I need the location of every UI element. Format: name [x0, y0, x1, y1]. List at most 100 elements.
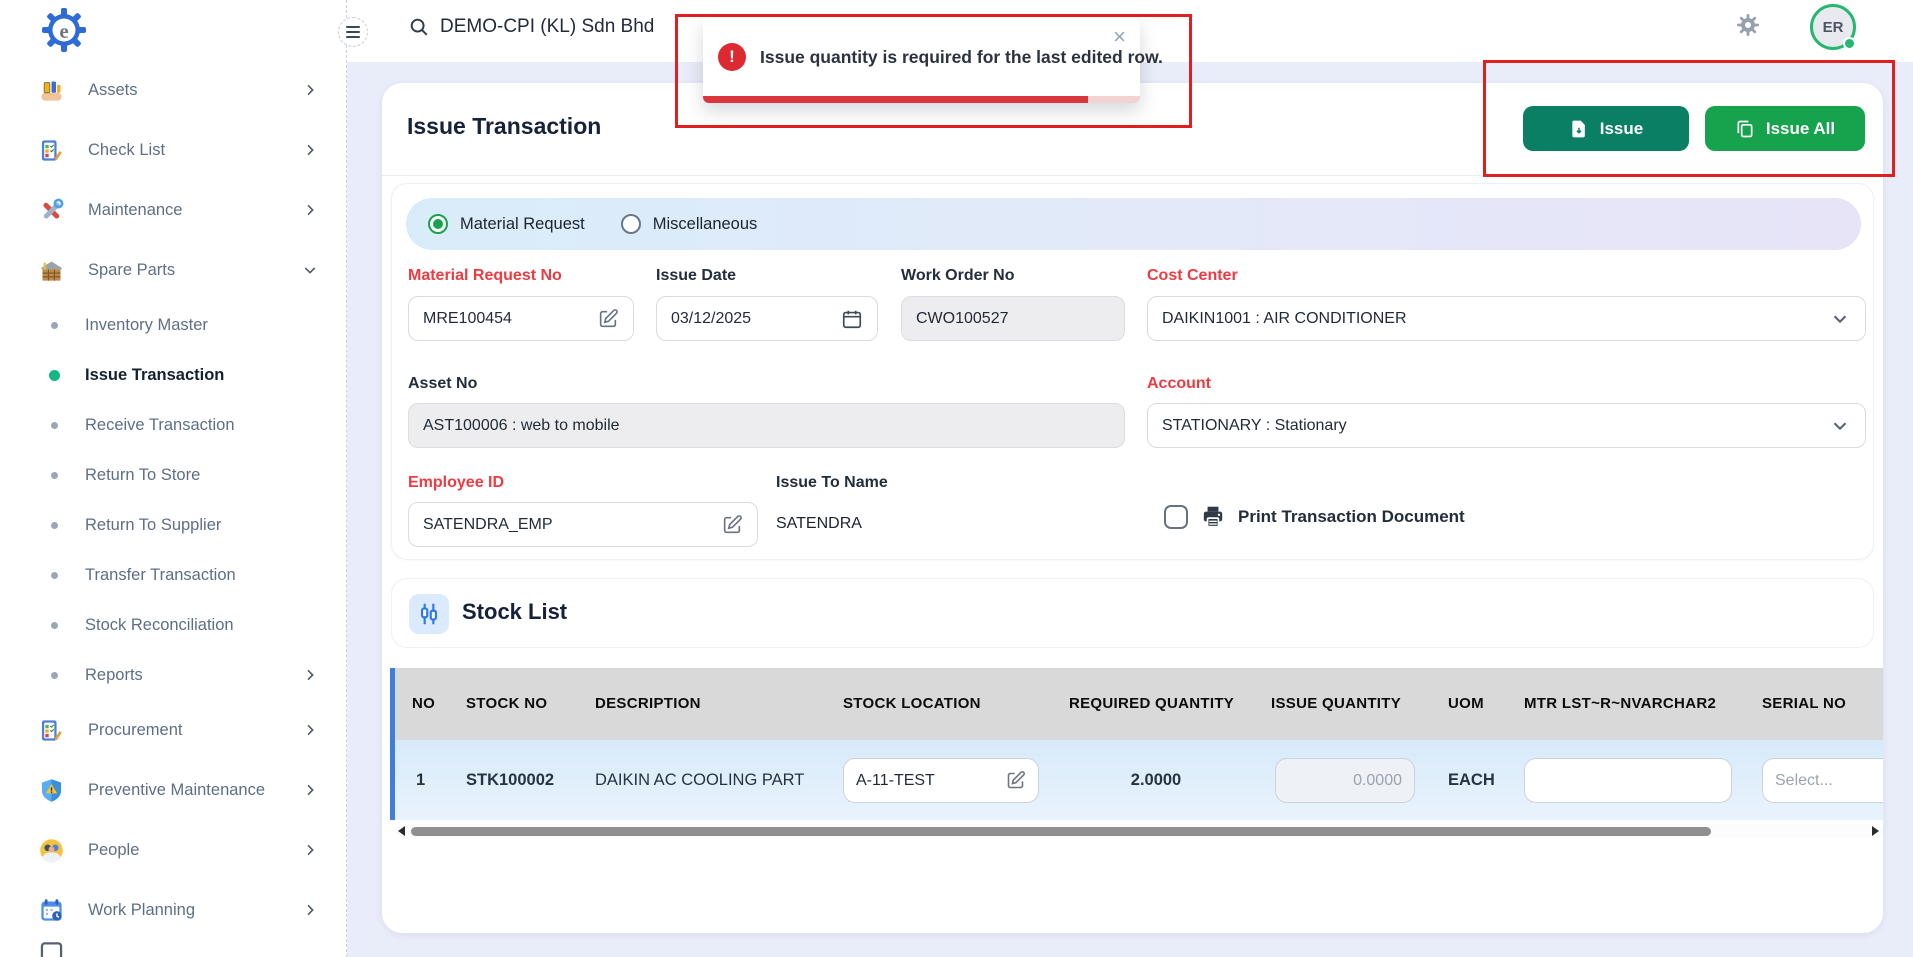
settings-gear-icon[interactable] — [1736, 13, 1760, 37]
sidebar-item-label: Work Planning — [88, 901, 195, 920]
column-header: STOCK NO — [466, 668, 547, 740]
chevron-right-icon — [302, 842, 318, 858]
sidebar-item-label: Transfer Transaction — [85, 566, 236, 585]
serial-no-input[interactable] — [1775, 772, 1883, 790]
global-search[interactable]: DEMO-CPI (KL) Sdn Bhd — [408, 16, 654, 38]
sidebar-item-maintenance[interactable]: Maintenance — [0, 180, 346, 240]
scroll-left-arrow-icon[interactable] — [398, 826, 405, 836]
cost-center-value: DAIKIN1001 : AIR CONDITIONER — [1162, 310, 1829, 328]
work-order-no-field — [901, 296, 1125, 341]
sidebar-nav: Assets Check List Maintenance — [0, 60, 346, 957]
chevron-right-icon — [302, 722, 318, 738]
sidebar-item-check-list[interactable]: Check List — [0, 120, 346, 180]
sidebar-item-inventory-master[interactable]: Inventory Master — [0, 300, 346, 350]
edit-pencil-icon[interactable] — [1005, 770, 1026, 791]
sidebar-item-people[interactable]: People — [0, 820, 346, 880]
material-request-no-label: Material Request No — [408, 267, 562, 285]
radio-material-request[interactable]: Material Request — [428, 214, 585, 234]
issue-date-field[interactable] — [656, 296, 878, 341]
scrollbar-thumb[interactable] — [411, 827, 1711, 836]
toast-progress-fill — [703, 96, 1088, 103]
close-icon[interactable]: × — [1113, 24, 1126, 50]
issue-quantity-input[interactable] — [1288, 772, 1402, 790]
sidebar-item-stock-reconciliation[interactable]: Stock Reconciliation — [0, 600, 346, 650]
column-header: MTR LST~R~NVARCHAR2 — [1524, 668, 1716, 740]
sidebar-toggle-button[interactable] — [338, 17, 368, 47]
sidebar-item-label: Maintenance — [88, 201, 182, 220]
radio-miscellaneous[interactable]: Miscellaneous — [621, 214, 758, 234]
sidebar-item-transfer-transaction[interactable]: Transfer Transaction — [0, 550, 346, 600]
issue-file-icon — [1569, 119, 1589, 139]
asset-no-field — [408, 403, 1125, 448]
cell-uom: EACH — [1448, 740, 1495, 820]
sidebar-item-label: Check List — [88, 141, 165, 160]
table-row: 1 STK100002 DAIKIN AC COOLING PART 2.000… — [395, 740, 1883, 820]
sidebar-item-return-to-store[interactable]: Return To Store — [0, 450, 346, 500]
radio-label: Material Request — [460, 215, 585, 234]
people-icon — [38, 837, 65, 864]
issue-transaction-card: Issue Transaction Issue Issue All Materi… — [382, 83, 1883, 933]
bullet-icon — [51, 472, 58, 479]
issue-button[interactable]: Issue — [1523, 106, 1689, 151]
issue-quantity-field[interactable] — [1275, 758, 1415, 803]
material-request-no-input[interactable] — [423, 310, 597, 328]
chevron-down-icon — [1829, 308, 1851, 330]
sidebar-item-issue-transaction[interactable]: Issue Transaction — [0, 350, 346, 400]
search-icon — [408, 16, 430, 38]
mtr-lst-field[interactable] — [1524, 758, 1732, 803]
sidebar-item-label: Return To Supplier — [85, 516, 221, 535]
sidebar-item-spare-parts[interactable]: Spare Parts — [0, 240, 346, 300]
issue-date-label: Issue Date — [656, 267, 736, 285]
radio-selected-icon — [428, 214, 448, 234]
serial-no-select[interactable] — [1762, 758, 1883, 803]
sidebar-item-label: Procurement — [88, 721, 182, 740]
stock-list-panel: Stock List — [391, 578, 1874, 648]
sidebar: e Assets Check List — [0, 0, 347, 957]
chevron-right-icon — [302, 142, 318, 158]
stock-location-input[interactable] — [856, 772, 1005, 790]
chevron-right-icon — [302, 782, 318, 798]
sidebar-item-preventive-maintenance[interactable]: Preventive Maintenance — [0, 760, 346, 820]
issue-all-button[interactable]: Issue All — [1705, 106, 1865, 151]
sidebar-item-label: Inventory Master — [85, 316, 208, 335]
table-accent-stripe — [390, 668, 395, 820]
sidebar-item-return-to-supplier[interactable]: Return To Supplier — [0, 500, 346, 550]
chevron-right-icon — [302, 82, 318, 98]
print-checkbox[interactable] — [1164, 505, 1188, 529]
stock-list-title: Stock List — [462, 599, 567, 625]
stock-location-field[interactable] — [843, 758, 1039, 803]
issue-date-input[interactable] — [671, 310, 841, 328]
cost-center-select[interactable]: DAIKIN1001 : AIR CONDITIONER — [1147, 296, 1866, 341]
sidebar-item-reports[interactable]: Reports — [0, 650, 346, 700]
sidebar-item-work-planning[interactable]: Work Planning — [0, 880, 346, 940]
column-header: NO — [412, 668, 435, 740]
edit-pencil-icon[interactable] — [721, 514, 743, 536]
scroll-right-arrow-icon[interactable] — [1872, 826, 1879, 836]
radio-label: Miscellaneous — [653, 215, 758, 234]
sidebar-item-procurement[interactable]: Procurement — [0, 700, 346, 760]
chevron-right-icon — [302, 667, 318, 683]
avatar-initials: ER — [1823, 19, 1844, 36]
material-request-no-field[interactable] — [408, 296, 634, 341]
sidebar-item-receive-transaction[interactable]: Receive Transaction — [0, 400, 346, 450]
mtr-lst-input[interactable] — [1537, 772, 1719, 790]
issue-type-band: Material Request Miscellaneous — [406, 198, 1861, 250]
page-title: Issue Transaction — [407, 113, 601, 140]
bullet-icon — [51, 672, 58, 679]
app-logo[interactable]: e — [40, 6, 88, 54]
online-status-dot — [1843, 37, 1856, 50]
sidebar-item-label: Return To Store — [85, 466, 200, 485]
employee-id-input[interactable] — [423, 516, 721, 534]
chevron-down-icon — [302, 262, 318, 278]
column-header: UOM — [1448, 668, 1484, 740]
chevron-right-icon — [302, 202, 318, 218]
sidebar-item-assets[interactable]: Assets — [0, 60, 346, 120]
edit-pencil-icon[interactable] — [597, 308, 619, 330]
account-select[interactable]: STATIONARY : Stationary — [1147, 403, 1866, 448]
sidebar-item-partial[interactable] — [0, 940, 346, 957]
employee-id-field[interactable] — [408, 502, 758, 547]
horizontal-scrollbar — [395, 824, 1883, 838]
checklist-icon — [38, 137, 65, 164]
issue-to-name-label: Issue To Name — [776, 474, 888, 492]
calendar-icon[interactable] — [841, 308, 863, 330]
